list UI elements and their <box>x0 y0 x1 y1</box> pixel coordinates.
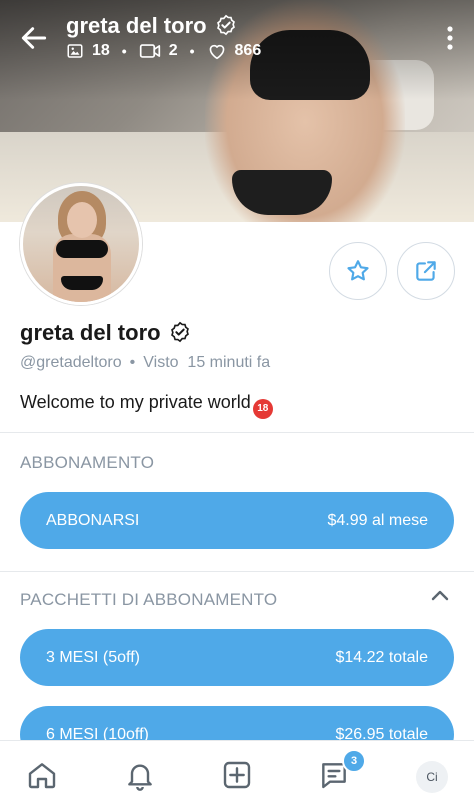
divider <box>0 432 474 433</box>
add-post-icon[interactable] <box>221 759 253 791</box>
star-icon <box>347 260 369 281</box>
bell-icon[interactable] <box>124 759 156 791</box>
subscribe-button[interactable]: ABBONARSI $4.99 al mese <box>20 492 454 549</box>
heart-icon <box>209 44 224 60</box>
header-stats: 18 • 2 • 866 <box>66 42 261 60</box>
messages-badge: 3 <box>342 749 366 773</box>
profile-header: greta del toro 18 • 2 • 866 <box>0 0 474 80</box>
bottom-nav: 3 Ci <box>0 740 474 806</box>
stats-separator: • <box>189 43 195 59</box>
bio-text: Welcome to my private world <box>20 392 251 412</box>
header-title-text: greta del toro <box>66 13 207 38</box>
stats-separator: • <box>121 43 127 59</box>
likes-count: 866 <box>234 42 262 59</box>
bundles-section-title: PACCHETTI DI ABBONAMENTO <box>20 590 278 609</box>
photos-count: 18 <box>92 42 110 59</box>
subscribe-button-price: $4.99 al mese <box>327 511 428 529</box>
divider <box>0 571 474 572</box>
header-title: greta del toro <box>66 13 237 39</box>
handle-separator: • <box>129 354 136 371</box>
verified-icon <box>216 14 235 36</box>
avatar[interactable] <box>20 183 142 305</box>
more-options-icon[interactable] <box>446 25 454 51</box>
profile-name: greta del toro <box>20 320 191 346</box>
profile-bio: Welcome to my private world 18 <box>20 392 273 419</box>
subscribe-button-label: ABBONARSI <box>46 511 140 529</box>
photo-icon <box>67 44 83 58</box>
adult-badge-icon: 18 <box>252 399 273 419</box>
verified-icon <box>170 321 189 343</box>
user-avatar-button[interactable]: Ci <box>416 761 448 793</box>
bundle-price: $14.22 totale <box>335 648 428 666</box>
bundle-button-3-months[interactable]: 3 MESI (5off) $14.22 totale <box>20 629 454 686</box>
chevron-up-icon[interactable] <box>430 588 450 602</box>
video-icon <box>139 44 160 58</box>
profile-handle: @gretadeltoro <box>20 354 122 371</box>
home-icon[interactable] <box>26 759 58 791</box>
share-icon <box>416 261 436 281</box>
videos-count: 2 <box>168 42 178 59</box>
favorite-button[interactable] <box>329 242 387 300</box>
profile-name-text: greta del toro <box>20 320 161 345</box>
share-button[interactable] <box>397 242 455 300</box>
profile-handle-row: @gretadeltoro • Visto 15 minuti fa <box>20 354 270 372</box>
subscription-section-title: ABBONAMENTO <box>20 453 155 472</box>
back-arrow-icon[interactable] <box>18 22 50 54</box>
bundle-label: 3 MESI (5off) <box>46 648 140 666</box>
last-seen: Visto 15 minuti fa <box>143 354 271 371</box>
